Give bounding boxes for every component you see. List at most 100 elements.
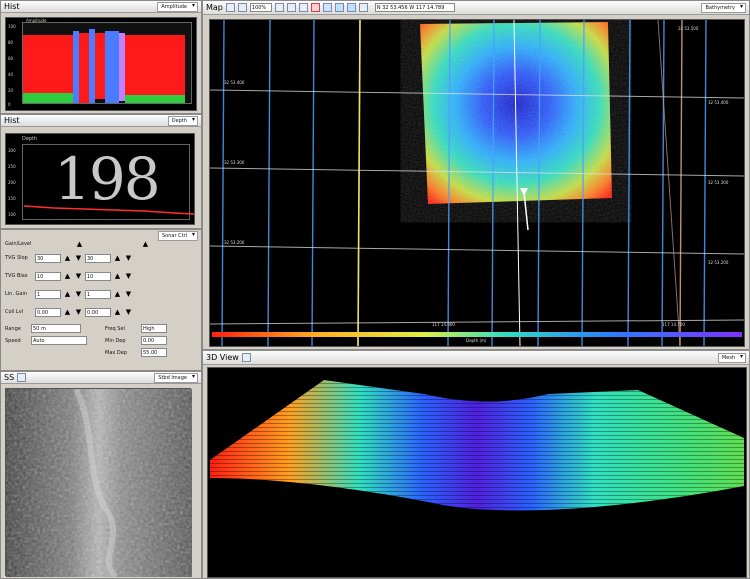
grid-lat-label-1: 32 53.400 [224, 80, 245, 85]
histogram-ylabel-3: 40 [8, 72, 14, 77]
control-row-lin-gain: Lin. Gain 1 ▲ ▼ 1 ▲ ▼ [5, 288, 133, 300]
gain-group-label: Gain/Level [5, 241, 32, 247]
boat-icon[interactable] [322, 3, 332, 12]
control-input-b[interactable]: 30 [85, 253, 111, 263]
surface-mesh [210, 380, 744, 511]
print-icon[interactable] [225, 3, 235, 12]
grid-lon-label-0: 117 14.900 [432, 322, 455, 327]
sidescan-texture [6, 389, 192, 577]
hand-icon[interactable] [17, 373, 27, 382]
increment-icon[interactable]: ▲ [63, 290, 72, 299]
measure-icon[interactable] [298, 3, 308, 12]
map-canvas[interactable]: 32 53.500 32 53.400 32 53.400 32 53.300 … [209, 19, 745, 347]
histogram-header-label: Amplitude [26, 18, 47, 23]
col-b-up-icon[interactable]: ▲ [141, 239, 150, 248]
hand-icon[interactable] [286, 3, 296, 12]
decrement-icon[interactable]: ▼ [74, 308, 83, 317]
freq-select[interactable]: High [141, 324, 167, 333]
histogram-ylabel-1: 80 [8, 40, 14, 45]
depth-ylabel-2: 200 [8, 180, 16, 185]
control-label: TVG Bias [5, 273, 28, 279]
control-input-a[interactable]: 10 [35, 271, 61, 281]
decrement-icon[interactable]: ▼ [124, 308, 133, 317]
depth-panel-title: Hist [4, 116, 20, 125]
control-input-b[interactable]: 0.00 [85, 307, 111, 317]
col-a-up-icon[interactable]: ▲ [75, 239, 84, 248]
decrement-icon[interactable]: ▼ [74, 290, 83, 299]
view3d-panel: 3D View Mesh [202, 350, 750, 579]
sidescan-title: SS [4, 373, 15, 382]
histogram-ylabel-4: 20 [8, 88, 14, 93]
histogram-ylabel-5: 0 [8, 102, 11, 107]
histogram-ylabel-0: 100 [8, 24, 16, 29]
zoom-select[interactable]: 100% [249, 3, 272, 12]
max-depth-input[interactable]: 55.00 [141, 348, 167, 357]
map-mode-dropdown[interactable]: Bathymetry [701, 2, 746, 13]
layers-icon[interactable] [358, 3, 368, 12]
decrement-icon[interactable]: ▼ [74, 254, 83, 263]
depth-titlebar: Hist Depth [1, 115, 201, 127]
histogram-titlebar: Hist Amplitude [1, 1, 201, 13]
coords-readout: N 32 53.456 W 117 14.789 [374, 3, 455, 12]
control-input-b[interactable]: 10 [85, 271, 111, 281]
grid-lat-label-1b: 32 53.400 [708, 100, 729, 105]
min-depth-input[interactable]: 0.00 [141, 336, 167, 345]
grid-lat-label-0: 32 53.500 [678, 26, 699, 31]
histogram-ylabel-2: 60 [8, 56, 14, 61]
sidescan-titlebar: SS Stbd Image [1, 372, 201, 384]
view3d-canvas[interactable] [207, 367, 747, 578]
flag-icon[interactable] [310, 3, 320, 12]
sidescan-mode-dropdown[interactable]: Stbd Image [154, 372, 198, 383]
increment-icon[interactable]: ▲ [113, 254, 122, 263]
increment-icon[interactable]: ▲ [63, 272, 72, 281]
depth-display: Depth 300 250 200 150 100 198 [5, 133, 195, 225]
zoom-out-icon[interactable] [274, 3, 284, 12]
decrement-icon[interactable]: ▼ [74, 272, 83, 281]
sidescan-image[interactable] [5, 388, 192, 577]
increment-icon[interactable]: ▲ [113, 290, 122, 299]
settings-area: Range 50 m Speed Auto Freq Sel High Min … [5, 324, 195, 368]
range-select[interactable]: 50 m [31, 324, 81, 333]
increment-icon[interactable]: ▲ [63, 254, 72, 263]
depth-mode-dropdown[interactable]: Depth [167, 115, 198, 126]
colorbar-label: Depth (m) [466, 338, 487, 343]
control-input-a[interactable]: 0.00 [35, 307, 61, 317]
freq-label: Freq Sel [105, 326, 125, 332]
control-input-a[interactable]: 1 [35, 289, 61, 299]
histogram-mode-dropdown[interactable]: Amplitude [157, 1, 198, 12]
decrement-icon[interactable]: ▼ [124, 272, 133, 281]
depth-panel: Hist Depth Depth 300 250 200 150 100 198 [0, 114, 202, 229]
control-input-b[interactable]: 1 [85, 289, 111, 299]
control-input-a[interactable]: 30 [35, 253, 61, 263]
depth-ylabel-1: 250 [8, 164, 16, 169]
rotate-icon[interactable] [241, 353, 251, 362]
decrement-icon[interactable]: ▼ [124, 254, 133, 263]
max-depth-label: Max Dep [105, 350, 128, 356]
view3d-title: 3D View [206, 353, 239, 362]
depth-ylabel-3: 150 [8, 196, 16, 201]
grid-lat-label-2b: 32 53.300 [708, 180, 729, 185]
histogram-bars [23, 29, 185, 103]
map-svg [210, 20, 744, 346]
map-title: Map [206, 3, 223, 12]
track-icon[interactable] [334, 3, 344, 12]
grid-lat-label-3b: 32 53.200 [708, 260, 729, 265]
depth-inner-label: Depth [22, 136, 38, 142]
controls-mode-dropdown[interactable]: Sonar Ctrl [157, 231, 198, 241]
grid-lon-label-1: 117 14.700 [662, 322, 685, 327]
control-row-tvg-slop: TVG Slop 30 ▲ ▼ 30 ▲ ▼ [5, 252, 133, 264]
zoom-in-icon[interactable] [237, 3, 247, 12]
waypoint-icon[interactable] [346, 3, 356, 12]
increment-icon[interactable]: ▲ [63, 308, 72, 317]
control-label: TVG Slop [5, 255, 28, 261]
depth-value: 198 [54, 145, 161, 213]
speed-select[interactable]: Auto [31, 336, 87, 345]
control-row-tvg-bias: TVG Bias 10 ▲ ▼ 10 ▲ ▼ [5, 270, 133, 282]
map-toolbar: Map 100% N 32 53.456 W 117 14.789 Bathym… [203, 1, 749, 15]
controls-panel: Sonar Ctrl Gain/Level ▲ ▲ TVG Slop 30 ▲ … [0, 229, 202, 371]
decrement-icon[interactable]: ▼ [124, 290, 133, 299]
histogram-plot-frame [22, 22, 192, 104]
increment-icon[interactable]: ▲ [113, 272, 122, 281]
increment-icon[interactable]: ▲ [113, 308, 122, 317]
view3d-mode-dropdown[interactable]: Mesh [717, 352, 746, 363]
